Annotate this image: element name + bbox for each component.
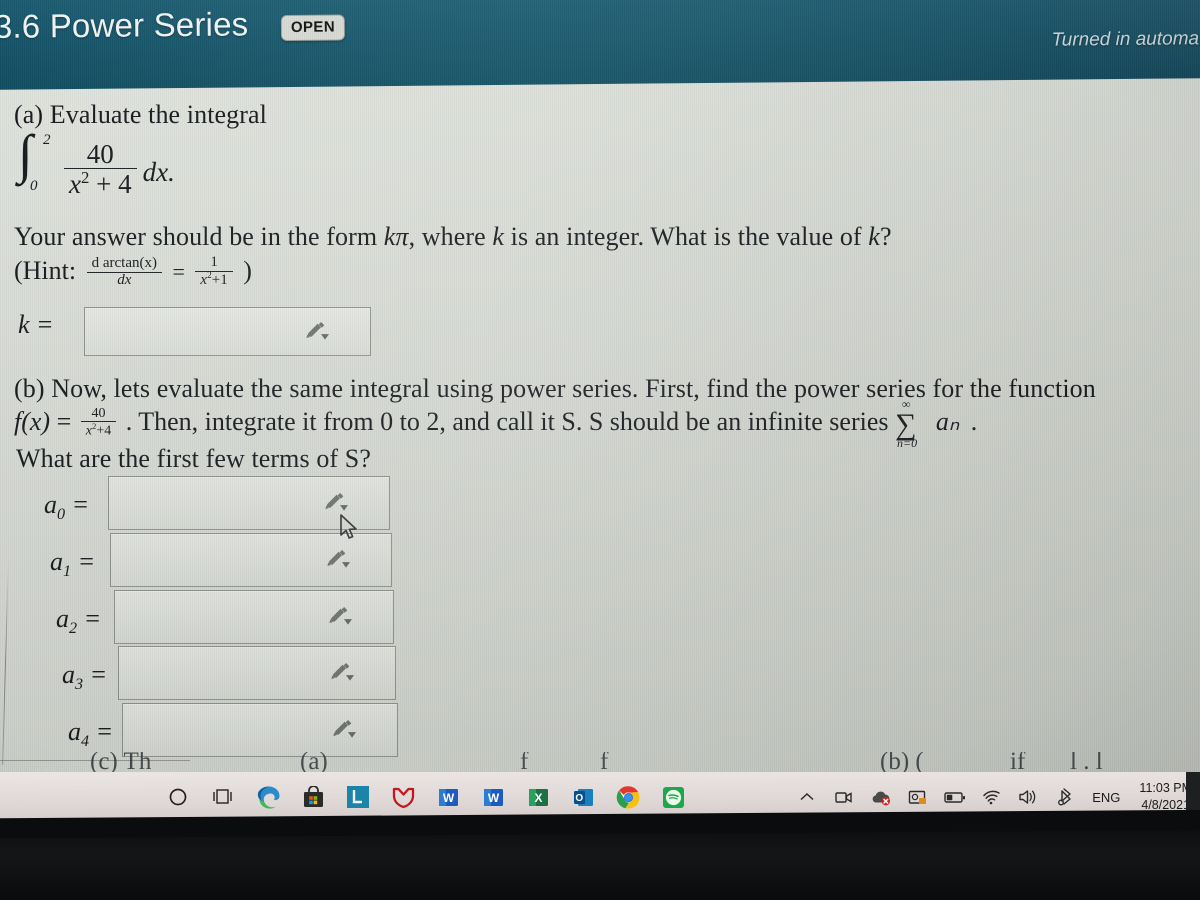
integral-lower-limit: 0 bbox=[30, 178, 38, 194]
part-b-text-1: Now, lets evaluate the same integral usi… bbox=[51, 374, 1096, 403]
series-upper-limit: ∞ bbox=[902, 397, 911, 411]
clock-time: 11:03 PM bbox=[1139, 781, 1192, 796]
taskbar-item-cortana-search[interactable] bbox=[165, 784, 191, 810]
part-a-instruction: Your answer should be in the form kπ, wh… bbox=[14, 222, 892, 252]
taskbar-item-microsoft-edge[interactable] bbox=[255, 784, 281, 810]
part-b-label: (b) bbox=[14, 374, 45, 403]
function-equals: = bbox=[56, 407, 72, 436]
page-title: 3.6 Power Series bbox=[0, 5, 249, 45]
tray-bluetooth-pen-icon[interactable] bbox=[1055, 786, 1077, 808]
hint-denominator: dx bbox=[86, 271, 162, 289]
answer-label-a0: a0 = bbox=[44, 490, 90, 524]
integral-upper-limit: 2 bbox=[43, 132, 51, 148]
screen-surface: 3.6 Power Series OPEN Turned in automati… bbox=[0, 0, 1200, 900]
part-a-prompt-text: Evaluate the integral bbox=[49, 100, 268, 129]
tray-wifi-icon[interactable] bbox=[981, 786, 1003, 808]
answer-label-a4: a4 = bbox=[68, 717, 114, 751]
part-a-hint: (Hint: d arctan(x) dx = 1 x2+1 ) bbox=[14, 254, 252, 290]
taskbar-item-word[interactable]: W bbox=[435, 784, 461, 810]
function-name: f(x) bbox=[14, 407, 51, 436]
hint-equals: = bbox=[172, 259, 185, 284]
tray-screen-snip-photo-icon[interactable] bbox=[907, 786, 929, 808]
laptop-bezel bbox=[0, 809, 1200, 900]
assignment-header: 3.6 Power Series OPEN Turned in automati… bbox=[0, 0, 1200, 90]
integrand-denominator: x2 + 4 bbox=[64, 168, 137, 198]
svg-text:W: W bbox=[442, 791, 454, 805]
function-numerator: 40 bbox=[91, 405, 106, 421]
tray-onedrive-error-cloud-x-icon[interactable] bbox=[870, 786, 892, 808]
hint-open-paren: (Hint: bbox=[14, 256, 77, 285]
answer-input-a4[interactable] bbox=[122, 703, 398, 757]
taskbar-item-lockdown-browser[interactable] bbox=[345, 784, 371, 810]
taskbar-item-outlook[interactable]: O bbox=[570, 784, 596, 810]
answer-label-k: k = bbox=[18, 310, 54, 339]
taskbar-item-google-chrome[interactable] bbox=[609, 784, 647, 822]
differential: dx. bbox=[142, 156, 175, 187]
tray-camera-icon[interactable] bbox=[833, 786, 855, 808]
function-fraction: 40 x2+4 bbox=[80, 405, 117, 440]
instruction-part-3: is an integer. What is the value of bbox=[510, 222, 862, 251]
series-lower-limit: n=0 bbox=[897, 436, 918, 451]
pencil-icon[interactable] bbox=[329, 663, 355, 683]
part-b-function-line: f(x) = 40 x2+4 . Then, integrate it from… bbox=[14, 398, 978, 449]
tray-volume-speaker-icon[interactable] bbox=[1018, 786, 1040, 808]
integral-expression: ∫ 2 0 40 x2 + 4 dx. bbox=[16, 124, 175, 200]
part-b-text-3: . bbox=[970, 407, 978, 436]
part-b-text-2: . Then, integrate it from 0 to 2, and ca… bbox=[125, 407, 889, 436]
pencil-icon[interactable] bbox=[325, 550, 351, 570]
svg-text:W: W bbox=[487, 791, 499, 805]
integrand-numerator: 40 bbox=[86, 138, 114, 169]
taskbar-item-word-document[interactable]: W bbox=[480, 784, 506, 810]
instruction-form: kπ bbox=[383, 222, 409, 251]
part-a-prompt: (a) Evaluate the integral bbox=[14, 100, 267, 130]
svg-text:X: X bbox=[534, 791, 542, 805]
answer-label-a3: a3 = bbox=[62, 660, 108, 694]
hint-rhs-numerator: 1 bbox=[210, 254, 218, 271]
series-term: aₙ bbox=[935, 407, 960, 436]
tray-battery-icon[interactable] bbox=[944, 786, 966, 808]
show-hidden-icons-chevron-up-icon[interactable] bbox=[796, 786, 818, 808]
taskbar-item-mcafee[interactable] bbox=[390, 784, 416, 810]
taskbar-item-excel[interactable]: X bbox=[525, 784, 551, 810]
svg-text:O: O bbox=[575, 793, 583, 804]
clipped-text-row: (c) Th (a) f f (b) ( if l . l bbox=[90, 752, 1103, 772]
instruction-part-1: Your answer should be in the form bbox=[14, 222, 378, 251]
integrand-fraction: 40 x2 + 4 bbox=[64, 140, 137, 198]
answer-input-k[interactable] bbox=[84, 307, 371, 356]
answer-input-a2[interactable] bbox=[114, 590, 394, 644]
pencil-icon[interactable] bbox=[323, 493, 349, 513]
clock[interactable]: 11:03 PM 4/8/2021 bbox=[1139, 780, 1192, 814]
answer-label-a1: a1 = bbox=[50, 547, 96, 581]
pencil-icon[interactable] bbox=[304, 321, 330, 341]
status-badge[interactable]: OPEN bbox=[280, 14, 346, 42]
hint-numerator: d arctan(x) bbox=[91, 254, 157, 271]
summation-symbol: ∑ ∞ n=0 bbox=[895, 398, 917, 449]
integral-sign: ∫ 2 0 bbox=[18, 124, 51, 194]
language-indicator[interactable]: ENG bbox=[1092, 790, 1120, 805]
part-b-prompt: (b) Now, lets evaluate the same integral… bbox=[14, 374, 1096, 404]
problem-body: (a) Evaluate the integral ∫ 2 0 40 x2 + … bbox=[0, 82, 1200, 772]
instruction-var-k: k bbox=[492, 222, 505, 251]
hint-rhs-denominator: x2+1 bbox=[195, 271, 233, 289]
taskbar-item-spotify[interactable] bbox=[654, 784, 692, 822]
instruction-var-k2: k bbox=[868, 222, 880, 251]
answer-label-a2: a2 = bbox=[56, 604, 102, 638]
instruction-part-4: ? bbox=[879, 222, 892, 251]
hint-derivative-fraction: d arctan(x) dx bbox=[86, 254, 162, 289]
instruction-part-2: , where bbox=[408, 222, 486, 251]
hint-rhs-fraction: 1 x2+1 bbox=[195, 254, 233, 289]
part-b-question: What are the first few terms of S? bbox=[16, 444, 371, 473]
taskbar-item-task-view[interactable] bbox=[210, 784, 236, 810]
pencil-icon[interactable] bbox=[327, 607, 353, 627]
taskbar-item-microsoft-store[interactable] bbox=[300, 784, 326, 810]
hint-close-paren: ) bbox=[243, 256, 252, 285]
submission-status-text: Turned in automatic bbox=[1051, 28, 1200, 51]
answer-input-a3[interactable] bbox=[118, 646, 396, 700]
pencil-icon[interactable] bbox=[331, 720, 357, 740]
mouse-cursor bbox=[340, 514, 360, 547]
function-denominator: x2+4 bbox=[80, 421, 117, 439]
